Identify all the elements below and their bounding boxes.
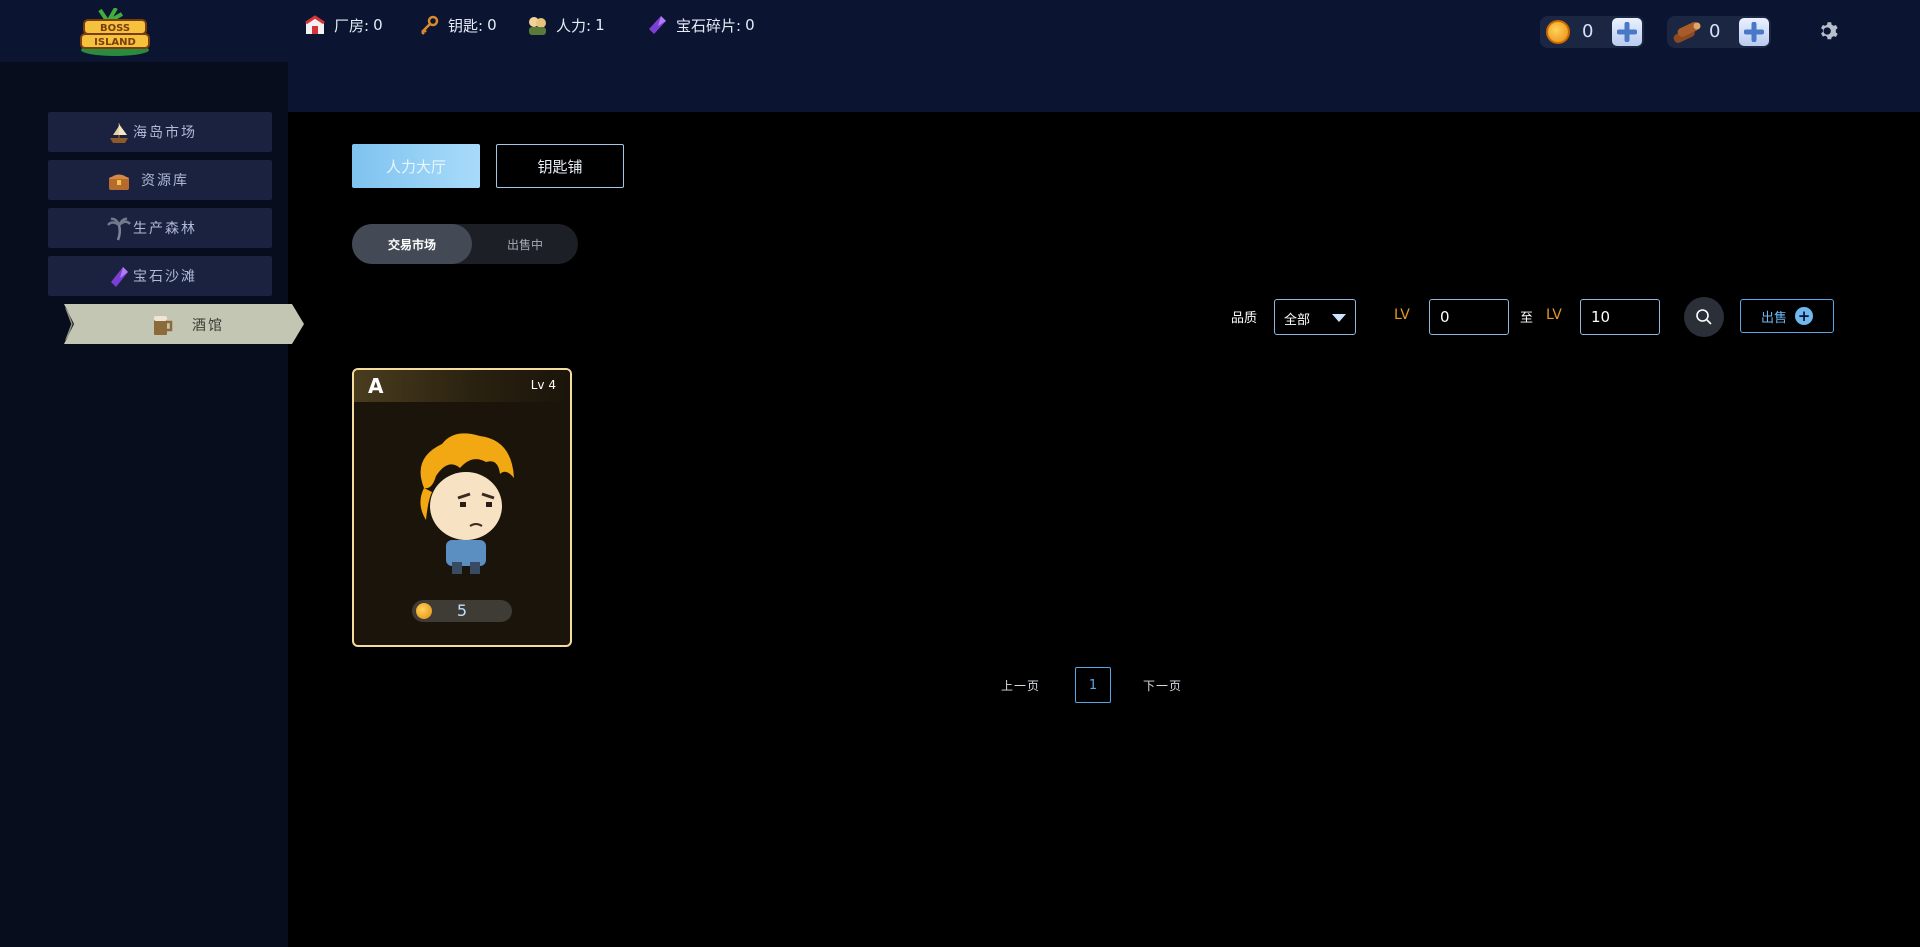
stat-label: 厂房: [334,16,370,35]
lv-to-label: LV [1546,307,1562,323]
quality-label: 品质 [1231,311,1258,326]
stats-bar [288,62,1920,112]
stat-value: 0 [487,16,497,34]
boss-island-logo[interactable]: BOSS ISLAND [78,8,152,58]
quality-value: 全部 [1284,313,1311,328]
sidebar-item-label: 资源库 [141,173,189,189]
prev-page-button[interactable]: 上一页 [1001,677,1040,694]
sidebar-item-gem-beach[interactable]: 宝石沙滩 [48,256,272,296]
active-tab-shape [64,304,304,344]
character-portrait [420,433,514,574]
gear-icon[interactable] [1818,20,1840,42]
coin-count: 0 [1582,21,1594,42]
stat-manpower: 人力: 1 [526,14,605,36]
plus-circle-icon: + [1795,307,1813,325]
plus-icon [1744,22,1764,42]
plus-icon [1617,22,1637,42]
coin-icon [1546,20,1570,44]
sidebar-item-label: 海岛市场 [133,125,197,141]
wood-count: 0 [1709,21,1721,42]
key-icon [421,15,439,35]
svg-text:BOSS: BOSS [100,23,130,34]
search-icon [1696,309,1712,325]
workers-icon [529,17,546,35]
sidebar-item-label: 宝石沙滩 [133,269,197,285]
sidebar-item-label: 生产森林 [133,221,197,237]
stat-label: 宝石碎片: [676,16,742,35]
segment-trading-market[interactable]: 交易市场 [352,224,472,264]
lv-to-input[interactable] [1580,299,1660,335]
card-grade: A [368,374,384,398]
gem-icon [649,16,666,34]
next-page-button[interactable]: 下一页 [1143,677,1182,694]
sidebar-item-label: 酒馆 [192,318,224,334]
stat-value: 1 [595,16,605,34]
tab-key-shop[interactable]: 钥匙铺 [496,144,624,188]
stat-factory: 厂房: 0 [304,14,383,36]
wood-balance: 0 [1667,16,1771,48]
wood-log-icon [1673,22,1701,43]
stat-value: 0 [373,16,383,34]
stat-value: 0 [745,16,755,34]
sell-label: 出售 [1760,310,1787,326]
quality-select[interactable]: 全部 [1274,299,1356,335]
stat-label: 钥匙: [448,16,484,35]
card-level: Lv 4 [530,378,556,392]
market-segment: 交易市场 出售中 [352,224,578,264]
lv-from-label: LV [1394,307,1410,323]
factory-icon [305,15,325,34]
card-price: 5 [456,601,468,620]
stat-label: 人力: [556,16,592,35]
search-button[interactable] [1684,297,1724,337]
sidebar-item-tavern[interactable]: 酒馆 [64,304,304,344]
add-coin-button[interactable] [1612,18,1642,46]
ship-icon [110,123,128,143]
page-number-button[interactable]: 1 [1075,667,1111,703]
top-bar: BOSS ISLAND 0 0 [0,0,1920,62]
gem-icon [111,267,128,287]
tab-manpower-hall[interactable]: 人力大厅 [352,144,480,188]
range-to-label: 至 [1520,311,1534,326]
sidebar-item-production-forest[interactable]: 生产森林 [48,208,272,248]
chevron-down-icon [1332,314,1346,322]
treasure-chest-icon [109,174,129,190]
palm-tree-icon [107,217,131,241]
beer-mug-icon [154,316,173,335]
segment-on-sale[interactable]: 出售中 [472,224,578,264]
sell-button[interactable]: 出售 + [1740,299,1834,333]
worker-card[interactable]: A Lv 4 5 [352,368,572,647]
coin-balance: 0 [1540,16,1644,48]
sidebar-item-island-market[interactable]: 海岛市场 [48,112,272,152]
add-wood-button[interactable] [1739,18,1769,46]
sidebar-item-resources[interactable]: 资源库 [48,160,272,200]
price-tag: 5 [412,600,512,622]
stat-keys: 钥匙: 0 [418,14,497,36]
svg-text:ISLAND: ISLAND [94,37,136,48]
lv-from-input[interactable] [1429,299,1509,335]
stat-gem-fragments: 宝石碎片: 0 [646,14,755,36]
